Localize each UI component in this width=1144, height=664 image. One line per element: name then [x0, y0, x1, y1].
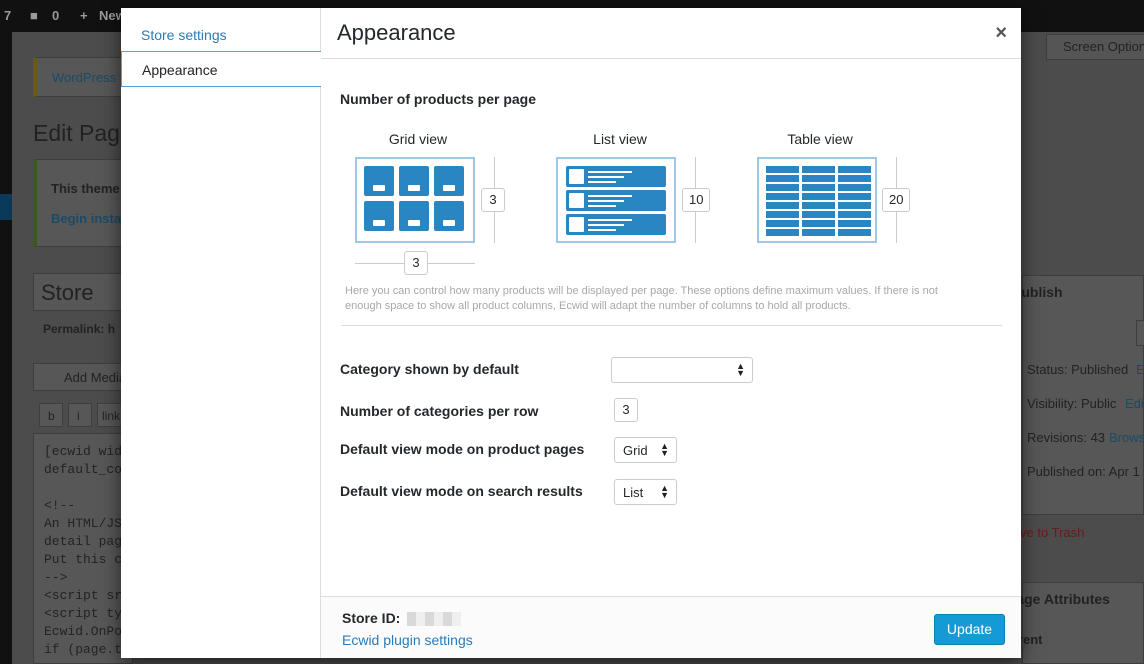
table-view-label: Table view — [787, 131, 853, 147]
table-product-cell — [766, 166, 799, 173]
table-product-cell — [802, 166, 835, 173]
table-product-cell — [802, 202, 835, 209]
table-product-cell — [802, 211, 835, 218]
table-product-cell — [838, 229, 871, 236]
categories-per-row-label: Number of categories per row — [340, 403, 539, 419]
table-product-cell — [802, 193, 835, 200]
select-arrows-icon: ▲ ▼ — [736, 361, 745, 378]
table-view-preview — [757, 157, 877, 243]
list-view-preview — [556, 157, 676, 243]
table-product-cell — [802, 229, 835, 236]
table-product-cell — [838, 193, 871, 200]
grid-columns-input[interactable]: 3 — [404, 251, 428, 275]
nav-appearance[interactable]: Appearance — [121, 51, 321, 87]
select-arrows-icon: ▲ ▼ — [660, 483, 669, 500]
category-default-select[interactable]: ▲ ▼ — [611, 357, 753, 383]
grid-product-cell — [364, 201, 394, 231]
product-view-mode-label: Default view mode on product pages — [340, 441, 585, 457]
grid-product-cell — [434, 201, 464, 231]
table-product-cell — [838, 220, 871, 227]
close-icon[interactable]: × — [995, 22, 1007, 44]
store-id-redacted — [407, 612, 461, 626]
table-product-cell — [766, 229, 799, 236]
plugin-settings-link[interactable]: Ecwid plugin settings — [342, 632, 473, 648]
update-button[interactable]: Update — [934, 614, 1005, 645]
modal-header: Appearance × — [321, 8, 1021, 59]
select-arrows-icon: ▲ ▼ — [660, 441, 669, 458]
table-product-cell — [802, 175, 835, 182]
product-view-mode-value: Grid — [623, 443, 648, 458]
table-product-cell — [766, 193, 799, 200]
table-product-cell — [766, 184, 799, 191]
grid-rows-input[interactable]: 3 — [481, 188, 505, 212]
modal-footer: Store ID: Ecwid plugin settings Update — [321, 596, 1021, 658]
table-count-input[interactable]: 20 — [882, 188, 911, 212]
table-product-cell — [838, 166, 871, 173]
table-product-cell — [766, 211, 799, 218]
search-view-mode-label: Default view mode on search results — [340, 483, 583, 499]
grid-product-cell — [399, 201, 429, 231]
grid-product-cell — [399, 166, 429, 196]
table-product-cell — [838, 211, 871, 218]
grid-view-label: Grid view — [388, 131, 448, 147]
modal-title: Appearance — [337, 20, 456, 45]
table-product-cell — [766, 220, 799, 227]
categories-per-row-input[interactable]: 3 — [614, 398, 638, 422]
list-view-label: List view — [593, 131, 647, 147]
grid-product-cell — [364, 166, 394, 196]
store-id-label: Store ID: — [342, 610, 401, 626]
table-product-cell — [838, 175, 871, 182]
table-product-cell — [838, 202, 871, 209]
table-product-cell — [766, 175, 799, 182]
list-product-row — [566, 166, 666, 187]
list-count-input[interactable]: 10 — [682, 188, 711, 212]
search-view-mode-value: List — [623, 485, 644, 500]
section-divider — [341, 325, 1002, 326]
grid-view-preview — [355, 157, 475, 243]
nav-store-settings[interactable]: Store settings — [121, 8, 321, 50]
modal-sidebar: Store settings Appearance — [121, 8, 321, 658]
table-product-cell — [766, 202, 799, 209]
list-product-row — [566, 214, 666, 235]
products-per-page-heading: Number of products per page — [340, 91, 537, 107]
products-help-text: Here you can control how many products w… — [345, 285, 938, 312]
settings-modal: Store settings Appearance Appearance × N… — [121, 8, 1021, 658]
grid-product-cell — [434, 166, 464, 196]
table-product-cell — [802, 220, 835, 227]
list-product-row — [566, 190, 666, 211]
search-view-mode-select[interactable]: List ▲ ▼ — [614, 479, 677, 505]
product-view-mode-select[interactable]: Grid ▲ ▼ — [614, 437, 677, 463]
appearance-panel: Number of products per page Grid view 3 … — [321, 59, 1021, 596]
table-product-cell — [802, 184, 835, 191]
table-product-cell — [838, 184, 871, 191]
category-default-label: Category shown by default — [340, 361, 519, 377]
